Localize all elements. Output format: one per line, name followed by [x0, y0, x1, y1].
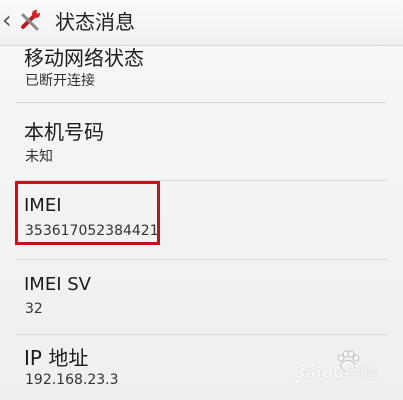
watermark: Baidu经验	[293, 344, 385, 386]
imei-highlight-box	[15, 181, 160, 245]
ip-address-value: 192.168.23.3	[25, 372, 119, 388]
ip-address-label: IP 地址	[24, 346, 89, 370]
mobile-network-status-value: 已断开连接	[25, 73, 95, 89]
top-app-bar: ‹ 状态消息	[0, 0, 403, 46]
list-item-mobile-network-status[interactable]: 移动网络状态 已断开连接	[0, 46, 403, 108]
list-item-imei-sv[interactable]: IMEI SV 32	[0, 260, 403, 334]
mobile-network-status-label: 移动网络状态	[24, 46, 144, 70]
phone-number-value: 未知	[25, 149, 53, 165]
list-item-phone-number[interactable]: 本机号码 未知	[0, 109, 403, 179]
divider	[16, 102, 387, 103]
chevron-left-icon: ‹	[2, 6, 12, 34]
imei-sv-value: 32	[25, 301, 43, 317]
settings-tools-icon	[21, 10, 40, 31]
status-message-screen: ‹ 状态消息 移动网络状态 已断开连接 本机号码 未知 IMEI 3536170…	[0, 0, 403, 400]
phone-number-label: 本机号码	[24, 120, 104, 144]
page-title: 状态消息	[55, 10, 135, 34]
watermark-text: Baidu经验	[293, 363, 377, 382]
imei-sv-label: IMEI SV	[24, 274, 91, 295]
back-button[interactable]: ‹	[0, 0, 44, 46]
